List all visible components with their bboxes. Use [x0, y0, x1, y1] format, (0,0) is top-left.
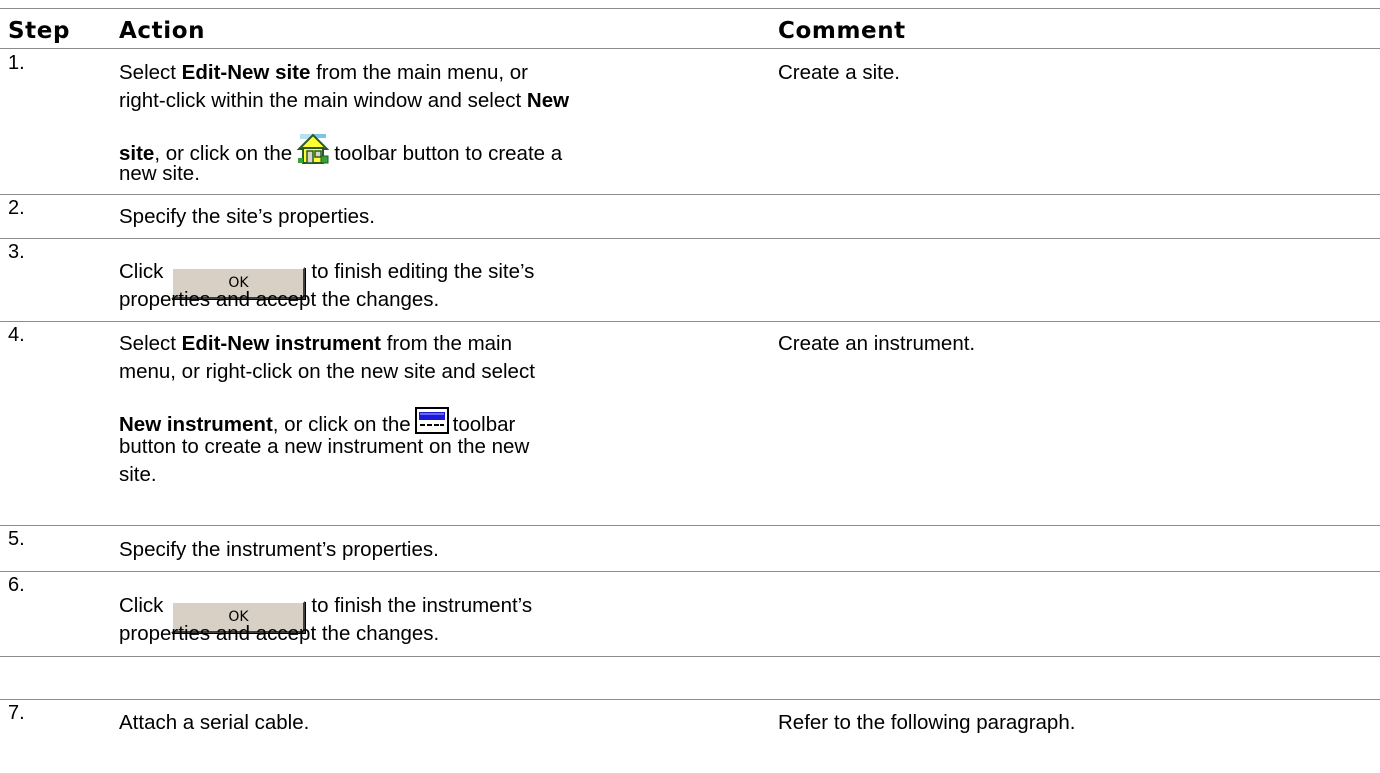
- table-top-rule: [0, 8, 1380, 9]
- step-number: 7.: [8, 702, 25, 724]
- action-text: Select: [119, 61, 182, 84]
- menu-command: Edit-New instrument: [181, 332, 381, 355]
- action-text: Click: [119, 260, 164, 283]
- row-divider: [0, 699, 1380, 700]
- action-text: from the main: [381, 332, 513, 355]
- step-number: 4.: [8, 324, 25, 346]
- row-divider: [0, 571, 1380, 572]
- action-line: Select Edit-New instrument from the main: [119, 330, 512, 358]
- header-action: Action: [119, 18, 206, 44]
- action-text: Click: [119, 594, 164, 617]
- action-line: Select Edit-New site from the main menu,…: [119, 59, 528, 87]
- action-line: right-click within the main window and s…: [119, 87, 569, 115]
- menu-command: New: [526, 89, 570, 112]
- action-line: Specify the site’s properties.: [119, 205, 375, 228]
- action-text: toolbar button to create a: [334, 142, 563, 165]
- comment-text: Create a site.: [778, 61, 900, 84]
- row-divider: [0, 238, 1380, 239]
- action-text: right-click within the main window and s…: [119, 89, 527, 112]
- row-divider: [0, 321, 1380, 322]
- action-line: properties and accept the changes.: [119, 622, 440, 645]
- row-divider: [0, 656, 1380, 657]
- action-text: to finish editing the site’s: [311, 260, 535, 283]
- action-line: Attach a serial cable.: [119, 711, 310, 734]
- action-text: Select: [119, 332, 182, 355]
- action-line: properties and accept the changes.: [119, 288, 440, 311]
- header-comment: Comment: [778, 18, 906, 44]
- header-rule: [0, 48, 1380, 49]
- action-line: menu, or right-click on the new site and…: [119, 360, 535, 383]
- action-text: to finish the instrument’s: [311, 594, 533, 617]
- action-line: site.: [119, 463, 157, 486]
- header-step: Step: [8, 18, 71, 44]
- step-number: 5.: [8, 528, 25, 550]
- row-divider: [0, 525, 1380, 526]
- step-number: 2.: [8, 197, 25, 219]
- action-line: button to create a new instrument on the…: [119, 435, 530, 458]
- new-site-house-icon[interactable]: [296, 132, 330, 174]
- menu-command: Edit-New site: [181, 61, 311, 84]
- procedure-table: Step Action Comment 1. Select Edit-New s…: [0, 0, 1380, 773]
- comment-text: Refer to the following paragraph.: [778, 711, 1076, 734]
- action-line: Specify the instrument’s properties.: [119, 538, 439, 561]
- comment-text: Create an instrument.: [778, 332, 976, 355]
- row-divider: [0, 194, 1380, 195]
- step-number: 6.: [8, 574, 25, 596]
- step-number: 3.: [8, 241, 25, 263]
- action-line: new site.: [119, 162, 200, 185]
- action-text: from the main menu, or: [310, 61, 529, 84]
- step-number: 1.: [8, 52, 25, 74]
